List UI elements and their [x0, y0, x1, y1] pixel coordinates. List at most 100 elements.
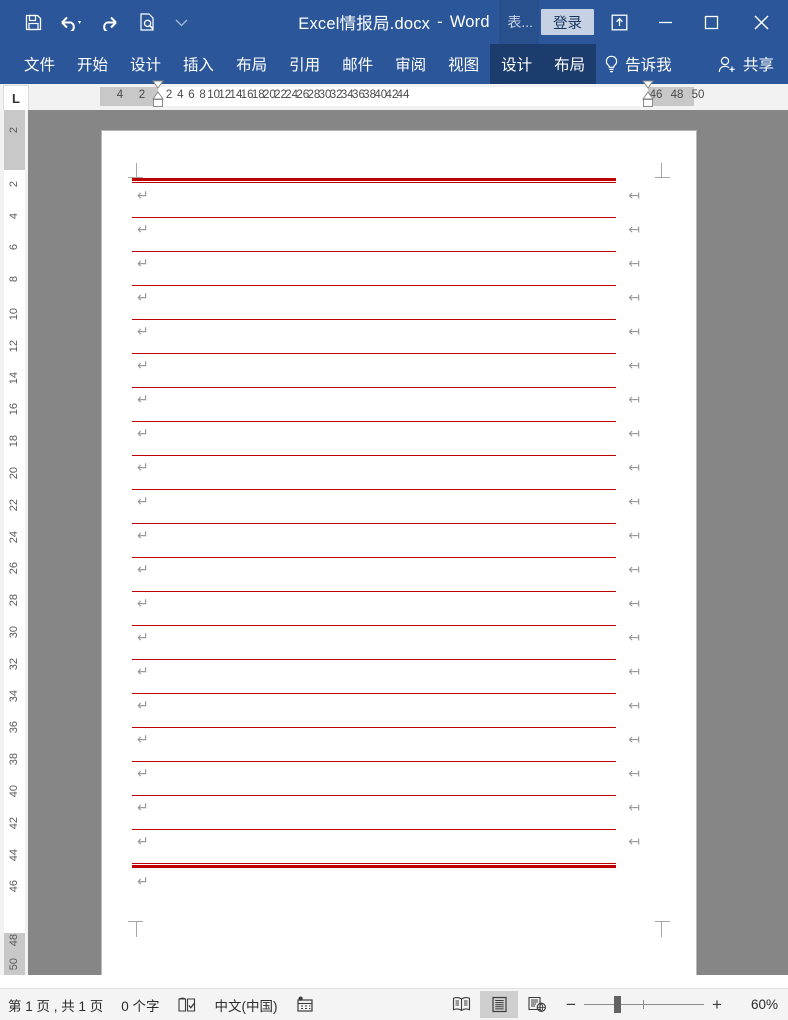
table-row[interactable]: ↵ ↤	[132, 659, 640, 693]
lightbulb-icon	[604, 55, 619, 74]
end-of-row-mark: ↤	[628, 800, 640, 816]
minimize-button[interactable]	[642, 0, 688, 44]
ribbon-display-options-icon[interactable]	[596, 0, 642, 44]
table-row[interactable]: ↵ ↤	[132, 557, 640, 591]
zoom-in-button[interactable]: +	[704, 991, 730, 1018]
left-indent-marker[interactable]	[152, 80, 164, 107]
close-button[interactable]	[734, 0, 788, 44]
vruler-tick-34: 34	[8, 689, 20, 702]
table-row[interactable]: ↵ ↤	[132, 353, 640, 387]
document-table[interactable]: ↵ ↤ ↵ ↤ ↵ ↤ ↵ ↤ ↵ ↤ ↵ ↤ ↵ ↤ ↵ ↤ ↵ ↤ ↵ ↤ ↵ ↤ ↵ ↤ ↵ ↤ ↵ ↤ ↵ ↤ ↵ ↤ ↵ ↤ ↵ ↤ ↵ ↤ ↵ ↤	[132, 178, 640, 868]
table-row[interactable]: ↵ ↤	[132, 829, 640, 863]
zoom-slider[interactable]	[584, 991, 704, 1018]
table-body[interactable]: ↵ ↤ ↵ ↤ ↵ ↤ ↵ ↤ ↵ ↤ ↵ ↤ ↵ ↤ ↵ ↤ ↵ ↤ ↵ ↤ ↵ ↤ ↵ ↤ ↵ ↤ ↵ ↤ ↵ ↤ ↵ ↤ ↵ ↤ ↵ ↤ ↵ ↤ ↵ ↤	[132, 178, 640, 863]
redo-icon[interactable]	[90, 0, 128, 44]
tab-table-layout[interactable]: 布局	[543, 44, 597, 84]
end-of-row-mark: ↤	[628, 664, 640, 680]
tab-view[interactable]: 视图	[437, 44, 490, 84]
tab-layout[interactable]: 布局	[225, 44, 278, 84]
customize-qat-icon[interactable]	[166, 0, 196, 44]
table-row-border	[132, 625, 616, 626]
right-indent-marker[interactable]	[642, 80, 654, 107]
table-row[interactable]: ↵ ↤	[132, 285, 640, 319]
left-margin-area[interactable]	[100, 87, 158, 106]
table-row[interactable]: ↵ ↤	[132, 387, 640, 421]
paragraph-mark: ↵	[137, 256, 149, 272]
table-row[interactable]: ↵ ↤	[132, 421, 640, 455]
table-row[interactable]: ↵ ↤	[132, 251, 640, 285]
table-row[interactable]: ↵ ↤	[132, 625, 640, 659]
table-row[interactable]: ↵ ↤	[132, 319, 640, 353]
proofing-errors-icon[interactable]	[169, 989, 206, 1020]
table-row-border	[132, 319, 616, 320]
record-macro-icon[interactable]	[287, 989, 323, 1020]
table-row[interactable]: ↵ ↤	[132, 693, 640, 727]
language-indicator[interactable]: 中文(中国)	[206, 989, 287, 1020]
paragraph-mark: ↵	[137, 630, 149, 646]
end-of-row-mark: ↤	[628, 426, 640, 442]
end-of-row-mark: ↤	[628, 766, 640, 782]
table-row[interactable]: ↵ ↤	[132, 761, 640, 795]
page-indicator[interactable]: 第 1 页 , 共 1 页	[0, 989, 112, 1020]
undo-icon[interactable]	[52, 0, 90, 44]
tab-file[interactable]: 文件	[13, 44, 66, 84]
word-application-window: Excel情报局.docx - Word 表... 登录 文件 开始 设计 插入	[0, 0, 788, 1020]
vruler-tick-12: 12	[8, 339, 20, 353]
paragraph-mark: ↵	[137, 664, 149, 680]
table-row[interactable]: ↵ ↤	[132, 455, 640, 489]
read-mode-view-button[interactable]	[442, 991, 480, 1018]
table-row[interactable]: ↵ ↤	[132, 727, 640, 761]
ruler-tick-4: 4	[116, 89, 124, 101]
end-of-row-mark: ↤	[628, 698, 640, 714]
table-row[interactable]: ↵ ↤	[132, 217, 640, 251]
table-row[interactable]: ↵ ↤	[132, 591, 640, 625]
table-row-border	[132, 455, 616, 456]
paragraph-mark: ↵	[137, 528, 149, 544]
vertical-ruler[interactable]: 2 2 4 6 8 10 12 14 16 18 20 22 24 26 28 30 32 34 36 38 40 42 4…	[0, 110, 28, 975]
tab-home[interactable]: 开始	[66, 44, 119, 84]
print-preview-icon[interactable]	[128, 0, 166, 44]
zoom-out-button[interactable]: −	[558, 991, 584, 1018]
tab-insert[interactable]: 插入	[172, 44, 225, 84]
document-page[interactable]: ↵ ↤ ↵ ↤ ↵ ↤ ↵ ↤ ↵ ↤ ↵ ↤ ↵ ↤ ↵ ↤ ↵ ↤ ↵ ↤ ↵ ↤ ↵ ↤ ↵ ↤ ↵ ↤ ↵ ↤ ↵ ↤ ↵ ↤ ↵ ↤ ↵ ↤ ↵ ↤…	[102, 131, 696, 975]
vruler-tick-2: 2	[8, 127, 20, 134]
vruler-tick-28: 28	[8, 594, 20, 607]
vruler-tick-50: 50	[8, 958, 20, 971]
margin-mark-bottom-right	[648, 921, 670, 943]
person-add-icon	[717, 55, 739, 74]
tell-me-box[interactable]: 告诉我	[596, 44, 680, 84]
end-of-row-mark: ↤	[628, 596, 640, 612]
vruler-tick-10: 10	[8, 308, 20, 321]
horizontal-ruler-track[interactable]: 4 2 2 4 6 8 10 12 14 16 18 20 22 24 26 28 30 32 34 36 38 40 42…	[100, 80, 704, 107]
tab-design[interactable]: 设计	[119, 44, 172, 84]
end-of-row-mark: ↤	[628, 358, 640, 374]
share-button[interactable]: 共享	[711, 44, 788, 84]
quick-access-toolbar	[14, 0, 196, 44]
sign-in-button[interactable]: 登录	[541, 9, 594, 35]
web-layout-view-button[interactable]	[518, 991, 556, 1018]
save-icon[interactable]	[14, 0, 52, 44]
table-row[interactable]: ↵ ↤	[132, 523, 640, 557]
zoom-level-label[interactable]: 60%	[734, 997, 788, 1012]
end-of-row-mark: ↤	[628, 188, 640, 204]
tab-stop-selector[interactable]: L	[3, 85, 29, 111]
table-row-border	[132, 489, 616, 490]
title-bar-right-group: 表... 登录	[499, 0, 788, 44]
table-row-border	[132, 829, 616, 830]
word-count[interactable]: 0 个字	[112, 989, 168, 1020]
table-bottom-border	[132, 863, 616, 868]
table-row[interactable]: ↵ ↤	[132, 795, 640, 829]
tab-references[interactable]: 引用	[278, 44, 331, 84]
document-canvas[interactable]: ↵ ↤ ↵ ↤ ↵ ↤ ↵ ↤ ↵ ↤ ↵ ↤ ↵ ↤ ↵ ↤ ↵ ↤ ↵ ↤ ↵ ↤ ↵ ↤ ↵ ↤ ↵ ↤ ↵ ↤ ↵ ↤ ↵ ↤ ↵ ↤ ↵ ↤ ↵ ↤…	[28, 110, 788, 975]
table-row[interactable]: ↵ ↤	[132, 489, 640, 523]
tab-review[interactable]: 审阅	[384, 44, 437, 84]
maximize-button[interactable]	[688, 0, 734, 44]
paragraph-mark: ↵	[137, 324, 149, 340]
table-row[interactable]: ↵ ↤	[132, 183, 640, 217]
tab-table-design[interactable]: 设计	[490, 44, 544, 84]
zoom-slider-thumb[interactable]	[614, 996, 621, 1013]
top-margin-area[interactable]	[4, 110, 25, 170]
table-tools-overflow-label[interactable]: 表...	[499, 0, 539, 44]
tab-mailings[interactable]: 邮件	[331, 44, 384, 84]
print-layout-view-button[interactable]	[480, 991, 518, 1018]
